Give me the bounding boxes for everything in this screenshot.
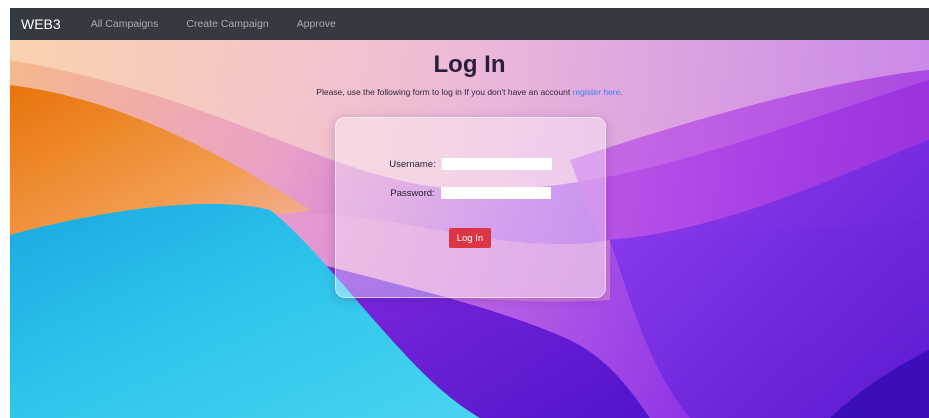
login-page: Log In Please, use the following form to… xyxy=(10,40,929,418)
password-label: Password: xyxy=(390,187,435,199)
page-subtitle: Please, use the following form to log in… xyxy=(10,87,929,97)
app-frame: WEB3 All Campaigns Create Campaign Appro… xyxy=(10,8,929,418)
username-input[interactable] xyxy=(441,158,552,170)
subtitle-text: Please, use the following form to log in… xyxy=(316,87,571,97)
nav-link-create-campaign[interactable]: Create Campaign xyxy=(186,18,268,30)
login-button[interactable]: Log In xyxy=(449,228,491,248)
nav-link-approve[interactable]: Approve xyxy=(297,18,336,30)
top-navbar: WEB3 All Campaigns Create Campaign Appro… xyxy=(10,8,929,40)
page-title: Log In xyxy=(433,51,506,78)
subtitle-period: . xyxy=(620,87,623,97)
nav-link-all-campaigns[interactable]: All Campaigns xyxy=(91,18,159,30)
login-card: Username: Password: Log In xyxy=(335,117,606,298)
password-row: Password: xyxy=(336,187,605,199)
register-link[interactable]: register here xyxy=(573,87,621,97)
username-label: Username: xyxy=(389,158,436,170)
brand-logo[interactable]: WEB3 xyxy=(21,16,61,32)
password-input[interactable] xyxy=(440,187,551,199)
username-row: Username: xyxy=(336,158,605,170)
